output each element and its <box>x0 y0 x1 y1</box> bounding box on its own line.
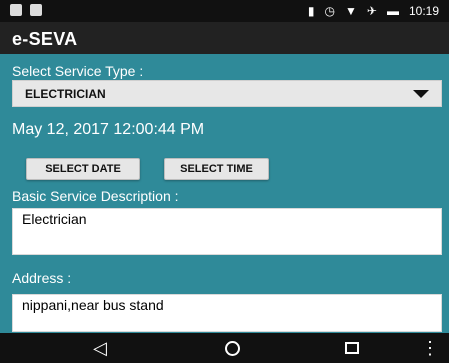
description-input[interactable]: Electrician <box>12 208 442 255</box>
wifi-icon: ▼ <box>345 4 357 18</box>
dropdown-arrow-icon <box>413 90 429 98</box>
app-bar: e-SEVA <box>0 22 449 54</box>
notification-icon <box>10 4 22 16</box>
select-date-button[interactable]: SELECT DATE <box>26 158 140 180</box>
navigation-bar: ◁ ⋮ <box>0 333 449 363</box>
status-time: 10:19 <box>408 4 439 18</box>
recent-apps-icon[interactable] <box>337 333 367 363</box>
address-input[interactable]: nippani,near bus stand <box>12 294 442 332</box>
back-icon[interactable]: ◁ <box>85 333 115 363</box>
description-value: Electrician <box>22 211 87 227</box>
address-label: Address : <box>12 270 72 286</box>
airplane-icon: ✈ <box>366 4 377 18</box>
service-type-value: ELECTRICIAN <box>25 87 106 101</box>
status-left <box>10 4 42 16</box>
recent-square <box>345 342 359 354</box>
app-screen: ▮ ◷ ▼ ✈ ▬ 10:19 e-SEVA Select Service Ty… <box>0 0 449 363</box>
address-value: nippani,near bus stand <box>22 297 164 313</box>
more-icon[interactable]: ⋮ <box>415 333 445 363</box>
select-service-label: Select Service Type : <box>12 63 144 79</box>
select-time-button[interactable]: SELECT TIME <box>164 158 269 180</box>
selected-date-time: May 12, 2017 12:00:44 PM <box>12 121 205 138</box>
service-type-spinner[interactable]: ELECTRICIAN <box>12 80 442 107</box>
status-right: ▮ ◷ ▼ ✈ ▬ 10:19 <box>308 2 439 20</box>
battery-icon: ▬ <box>386 4 399 18</box>
status-bar: ▮ ◷ ▼ ✈ ▬ 10:19 <box>0 0 449 22</box>
description-label: Basic Service Description : <box>12 188 179 204</box>
home-icon[interactable] <box>217 333 247 363</box>
alarm-icon: ◷ <box>324 4 336 18</box>
app-title: e-SEVA <box>12 29 78 49</box>
home-circle <box>224 340 240 356</box>
image-icon <box>30 4 42 16</box>
vibrate-icon: ▮ <box>307 4 315 18</box>
